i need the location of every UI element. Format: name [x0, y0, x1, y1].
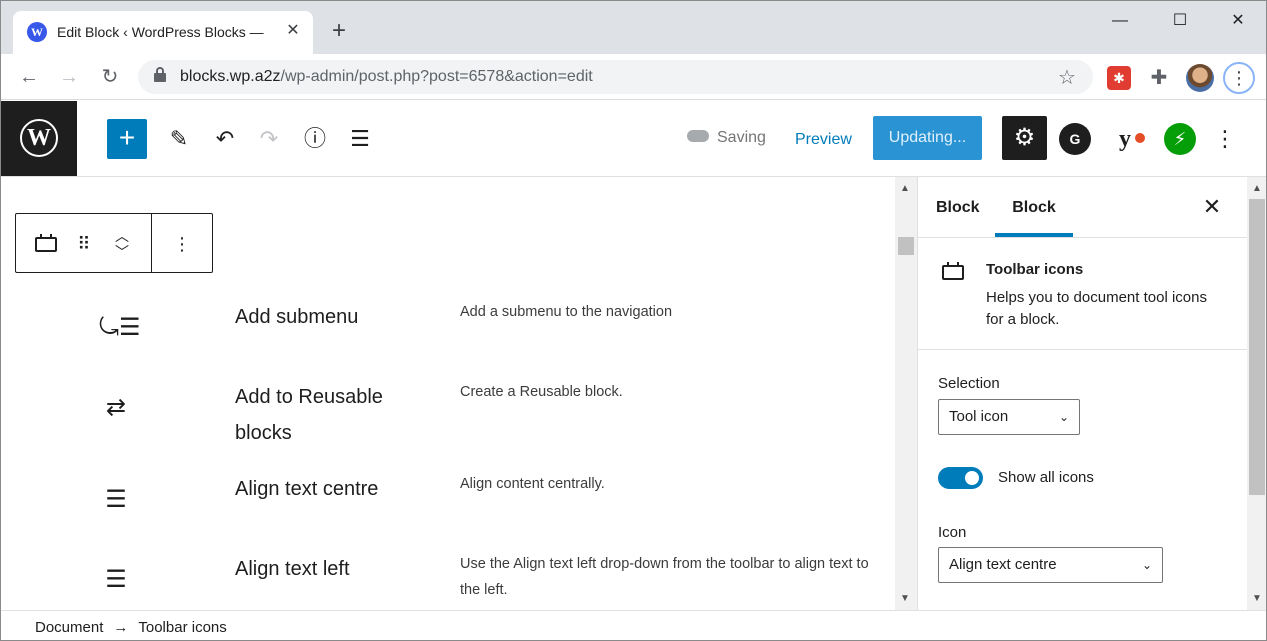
breadcrumb-document[interactable]: Document [35, 619, 103, 636]
tab-strip: W Edit Block ‹ WordPress Blocks — ✕ + — … [1, 1, 1266, 54]
cloud-icon [687, 130, 709, 142]
undo-icon[interactable]: ↶ [209, 123, 241, 155]
chevron-down-icon: ⌄ [1058, 410, 1069, 424]
row-name: Align text left [235, 558, 350, 580]
row-name: Add submenu [235, 306, 359, 328]
maximize-button[interactable]: ☐ [1157, 7, 1203, 35]
scroll-up-icon[interactable]: ▲ [900, 183, 910, 194]
url-path: /wp-admin/post.php?post=6578&action=edit [280, 68, 593, 85]
editor-scrollbar[interactable]: ▲ ▼ [895, 177, 917, 610]
wordpress-favicon-icon: W [27, 22, 47, 42]
block-description: Helps you to document tool icons for a b… [986, 289, 1207, 328]
browser-toolbar: ← → ↻ blocks.wp.a2z/wp-admin/post.php?po… [1, 54, 1266, 100]
browser-window: W Edit Block ‹ WordPress Blocks — ✕ + — … [0, 0, 1267, 641]
close-tab-icon[interactable]: ✕ [283, 21, 303, 41]
address-bar[interactable]: blocks.wp.a2z/wp-admin/post.php?post=657… [138, 60, 1093, 94]
block-title: Toolbar icons [986, 261, 1084, 278]
redo-icon[interactable]: ↷ [253, 123, 285, 155]
icon-label: Icon [938, 524, 967, 541]
tab-block-second[interactable]: Block [995, 177, 1073, 237]
saving-label: Saving [717, 129, 766, 146]
add-block-button[interactable]: + [107, 119, 147, 159]
browser-tab[interactable]: W Edit Block ‹ WordPress Blocks — ✕ [13, 11, 313, 54]
row-desc: Use the Align text left drop-down from t… [460, 556, 869, 598]
move-up-down-icon[interactable]: ︿ ﹀ [106, 228, 138, 260]
edit-pencil-icon[interactable]: ✎ [163, 123, 195, 155]
scroll-down-icon[interactable]: ▼ [1252, 593, 1262, 604]
extension-red-icon[interactable]: ✱ [1107, 66, 1131, 90]
block-type-icon[interactable] [30, 228, 62, 260]
row-desc: Create a Reusable block. [460, 384, 623, 400]
selection-label: Selection [938, 375, 1000, 392]
close-sidebar-icon[interactable]: ✕ [1200, 195, 1224, 219]
editor-header: W + ✎ ↶ ↷ ⓘ ☰ Saving Preview Updating...… [1, 101, 1266, 177]
window-close-button[interactable]: ✕ [1215, 7, 1261, 35]
list-view-icon[interactable]: ☰ [344, 123, 376, 155]
row-name: Add to Reusable blocks [235, 386, 383, 444]
chevron-down-icon: ⌄ [1141, 558, 1152, 572]
drag-handle-icon[interactable]: ⠿ [68, 228, 100, 260]
scroll-up-icon[interactable]: ▲ [1252, 183, 1262, 194]
extensions-puzzle-icon[interactable]: ✚ [1147, 66, 1171, 90]
update-button[interactable]: Updating... [873, 116, 982, 160]
wordpress-logo-icon: W [20, 119, 58, 157]
url-host: blocks.wp.a2z [180, 68, 281, 85]
sidebar-scroll-thumb[interactable] [1249, 199, 1265, 495]
icon-select[interactable]: Align text centre ⌄ [938, 547, 1163, 583]
bookmark-star-icon[interactable]: ☆ [1058, 65, 1076, 90]
more-options-icon[interactable]: ⋮ [1213, 123, 1237, 155]
reload-button[interactable]: ↻ [97, 64, 123, 90]
plugin-g-icon[interactable]: G [1059, 123, 1091, 155]
block-breadcrumb-bar: Document → Toolbar icons [1, 610, 1266, 640]
new-tab-button[interactable]: + [327, 19, 351, 43]
show-all-icons-toggle[interactable] [938, 467, 983, 489]
saving-status: Saving [687, 129, 766, 147]
row-name: Align text centre [235, 478, 379, 500]
add-submenu-icon: ⤿☰ [99, 314, 141, 341]
tab-title: Edit Block ‹ WordPress Blocks — [57, 24, 264, 40]
settings-sidebar: Block Block ✕ Toolbar icons Helps you to… [917, 177, 1248, 610]
toggle-label: Show all icons [998, 469, 1094, 486]
browser-menu-button[interactable]: ⋮ [1223, 62, 1255, 94]
row-desc: Add a submenu to the navigation [460, 304, 673, 320]
back-button[interactable]: ← [16, 64, 42, 90]
toolbar-icons-block-icon [942, 262, 966, 287]
align-left-icon: ☰ [105, 566, 127, 593]
breadcrumb-current[interactable]: Toolbar icons [138, 619, 226, 636]
editor-canvas: ⠿ ︿ ﹀ ⋮ ⤿☰ Add submenu Add a submenu to t… [1, 177, 895, 610]
forward-button[interactable]: → [56, 64, 82, 90]
sidebar-scrollbar[interactable]: ▲ ▼ [1247, 177, 1266, 610]
wordpress-logo-button[interactable]: W [1, 101, 77, 176]
block-toolbar: ⠿ ︿ ﹀ ⋮ [15, 213, 213, 273]
info-icon[interactable]: ⓘ [299, 123, 331, 155]
minimize-button[interactable]: — [1097, 7, 1143, 35]
jetpack-icon[interactable]: ⚡ [1164, 123, 1196, 155]
icon-value: Align text centre [949, 556, 1057, 573]
scroll-down-icon[interactable]: ▼ [900, 593, 910, 604]
block-options-icon[interactable]: ⋮ [166, 228, 198, 260]
preview-button[interactable]: Preview [795, 131, 852, 149]
reusable-icon: ⇄ [105, 394, 127, 421]
breadcrumb-separator: → [113, 619, 129, 636]
row-desc: Align content centrally. [460, 476, 605, 492]
profile-avatar[interactable] [1186, 64, 1214, 92]
settings-gear-icon[interactable]: ⚙ [1002, 116, 1047, 160]
editor-scroll-thumb[interactable] [898, 237, 914, 255]
url-text[interactable]: blocks.wp.a2z/wp-admin/post.php?post=657… [180, 68, 593, 86]
selection-select[interactable]: Tool icon ⌄ [938, 399, 1080, 435]
tab-block-first[interactable]: Block [936, 177, 980, 237]
breadcrumb: Document → Toolbar icons [35, 619, 237, 636]
yoast-icon[interactable]: y [1109, 123, 1145, 155]
align-center-icon: ☰ [105, 486, 127, 513]
selection-value: Tool icon [949, 408, 1009, 425]
lock-icon [154, 67, 166, 82]
